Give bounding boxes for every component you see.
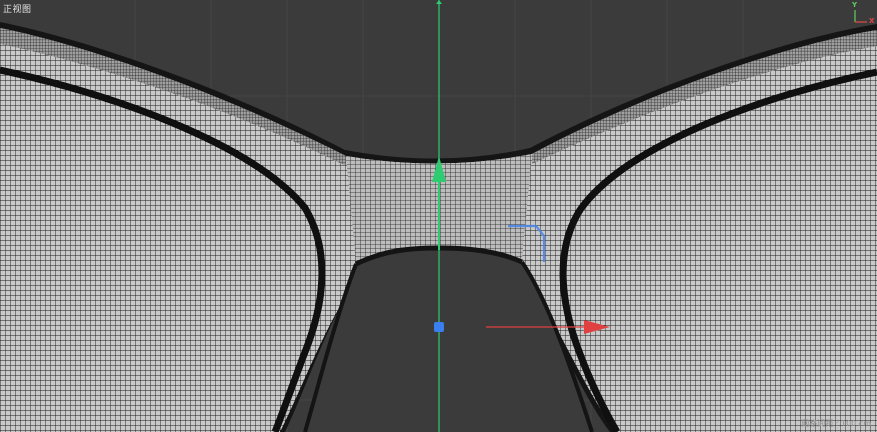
viewport-canvas[interactable] [0, 0, 877, 432]
front-viewport[interactable]: 正视图 Y X 网格间距 : 100 cm [0, 0, 877, 432]
view-name-label: 正视图 [3, 5, 32, 15]
gizmo-y-label: Y [852, 1, 858, 9]
move-z-handle-icon[interactable] [434, 322, 444, 332]
grid-spacing-readout: 网格间距 : 100 cm [801, 419, 871, 428]
gizmo-x-label: X [869, 17, 875, 25]
view-top-marker-icon [436, 0, 442, 4]
